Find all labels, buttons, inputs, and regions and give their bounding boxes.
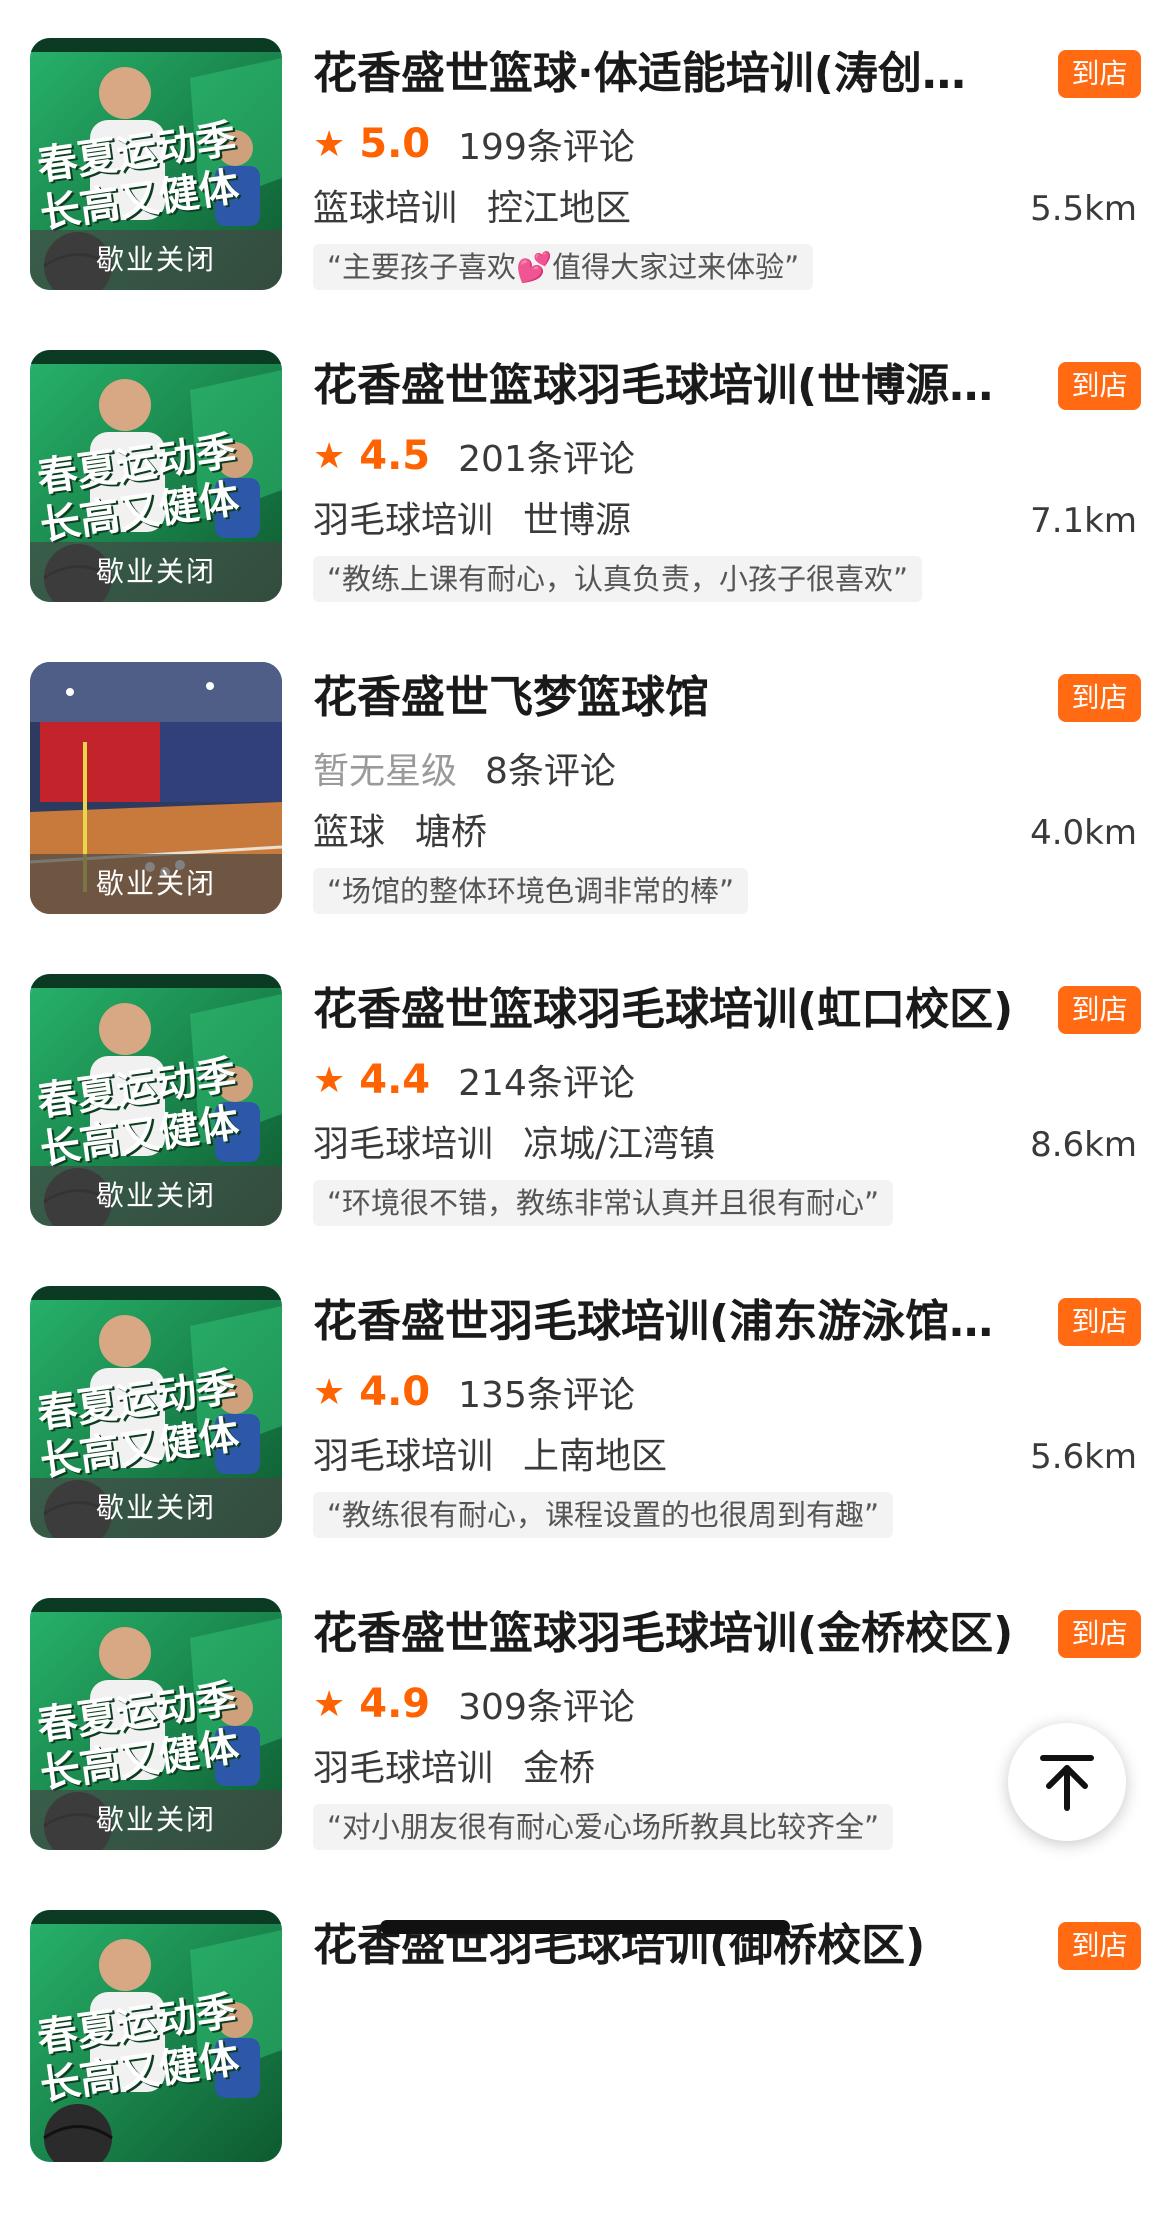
rating-row: ★ 4.0 135条评论 (313, 1364, 635, 1420)
no-rating-text: 暂无星级 (313, 751, 458, 792)
review-quote: “场馆的整体环境色调非常的棒” (313, 868, 749, 914)
in-store-badge: 到店 (1058, 1922, 1141, 1970)
closed-label: 歇业关闭 (30, 854, 282, 914)
area-tag: 世博源 (523, 500, 632, 541)
category-tag: 篮球培训 (313, 188, 458, 229)
distance: 7.1km (1030, 501, 1137, 541)
area-tag: 塘桥 (415, 812, 488, 853)
rating-row: ★ 5.0 199条评论 (313, 116, 635, 172)
category-tag: 羽毛球培训 (313, 1124, 494, 1165)
tags-row: 羽毛球培训 凉城/江湾镇 (313, 1120, 715, 1170)
star-icon: ★ (313, 1059, 346, 1101)
in-store-badge: 到店 (1058, 362, 1141, 410)
review-count: 309条评论 (458, 1687, 635, 1728)
review-quote: “教练上课有耐心，认真负责，小孩子很喜欢” (313, 556, 923, 602)
in-store-badge: 到店 (1058, 674, 1141, 722)
in-store-badge: 到店 (1058, 1610, 1141, 1658)
closed-label: 歇业关闭 (30, 1790, 282, 1850)
merchant-thumbnail[interactable]: 歇业关闭 (30, 662, 282, 914)
merchant-item[interactable]: 春夏运动季 长高又健体 花香盛世羽毛球培训(御桥校区) 到店 (0, 1910, 1170, 2222)
review-count: 201条评论 (458, 439, 635, 480)
rating-row: 暂无星级 8条评论 (313, 740, 616, 796)
merchant-title[interactable]: 花香盛世篮球羽毛球培训(虹口校区) (313, 982, 1048, 1038)
merchant-item[interactable]: 春夏运动季 长高又健体 歇业关闭 花香盛世羽毛球培训(浦东游泳馆… 到店 ★ 4… (0, 1286, 1170, 1598)
home-indicator (380, 1920, 790, 1934)
category-tag: 羽毛球培训 (313, 1748, 494, 1789)
distance: 4.0km (1030, 813, 1137, 853)
area-tag: 控江地区 (487, 188, 632, 229)
merchant-item[interactable]: 春夏运动季 长高又健体 歇业关闭 花香盛世篮球羽毛球培训(世博源… 到店 ★ 4… (0, 350, 1170, 662)
category-tag: 篮球 (313, 812, 386, 853)
merchant-thumbnail[interactable]: 春夏运动季 长高又健体 (30, 1910, 282, 2162)
tags-row: 羽毛球培训 世博源 (313, 496, 631, 546)
review-quote: “主要孩子喜欢💕值得大家过来体验” (313, 244, 814, 290)
review-quote: “教练很有耐心，课程设置的也很周到有趣” (313, 1492, 894, 1538)
tags-row: 篮球 塘桥 (313, 808, 487, 858)
merchant-thumbnail[interactable]: 春夏运动季 长高又健体 歇业关闭 (30, 974, 282, 1226)
review-count: 214条评论 (458, 1063, 635, 1104)
rating-row: ★ 4.5 201条评论 (313, 428, 635, 484)
area-tag: 金桥 (523, 1748, 596, 1789)
rating-score: 5.0 (359, 121, 431, 167)
closed-label: 歇业关闭 (30, 1478, 282, 1538)
star-icon: ★ (313, 435, 346, 477)
rating-score: 4.5 (359, 433, 431, 479)
merchant-title[interactable]: 花香盛世羽毛球培训(浦东游泳馆… (313, 1294, 1048, 1350)
rating-row: ★ 4.4 214条评论 (313, 1052, 635, 1108)
merchant-thumbnail[interactable]: 春夏运动季 长高又健体 歇业关闭 (30, 1286, 282, 1538)
distance: 5.5km (1030, 189, 1137, 229)
closed-label: 歇业关闭 (30, 542, 282, 602)
area-tag: 上南地区 (523, 1436, 668, 1477)
merchant-item[interactable]: 歇业关闭 花香盛世飞梦篮球馆 到店 暂无星级 8条评论 篮球 塘桥 4.0km “… (0, 662, 1170, 974)
merchant-thumbnail[interactable]: 春夏运动季 长高又健体 歇业关闭 (30, 350, 282, 602)
rating-score: 4.9 (359, 1681, 431, 1727)
in-store-badge: 到店 (1058, 50, 1141, 98)
star-icon: ★ (313, 1371, 346, 1413)
review-count: 199条评论 (458, 127, 635, 168)
review-count: 135条评论 (458, 1375, 635, 1416)
in-store-badge: 到店 (1058, 1298, 1141, 1346)
closed-label: 歇业关闭 (30, 230, 282, 290)
tags-row: 羽毛球培训 上南地区 (313, 1432, 667, 1482)
category-tag: 羽毛球培训 (313, 500, 494, 541)
area-tag: 凉城/江湾镇 (523, 1124, 716, 1165)
merchant-thumbnail[interactable]: 春夏运动季 长高又健体 歇业关闭 (30, 1598, 282, 1850)
merchant-title[interactable]: 花香盛世篮球羽毛球培训(金桥校区) (313, 1606, 1048, 1662)
rating-row: ★ 4.9 309条评论 (313, 1676, 635, 1732)
rating-score: 4.0 (359, 1369, 431, 1415)
in-store-badge: 到店 (1058, 986, 1141, 1034)
back-to-top-button[interactable] (1008, 1723, 1126, 1841)
merchant-item[interactable]: 春夏运动季 长高又健体 歇业关闭 花香盛世篮球·体适能培训(涛创… 到店 ★ 5… (0, 38, 1170, 350)
review-count: 8条评论 (485, 751, 616, 792)
merchant-thumbnail[interactable]: 春夏运动季 长高又健体 歇业关闭 (30, 38, 282, 290)
star-icon: ★ (313, 1683, 346, 1725)
category-tag: 羽毛球培训 (313, 1436, 494, 1477)
merchant-item[interactable]: 春夏运动季 长高又健体 歇业关闭 花香盛世篮球羽毛球培训(虹口校区) 到店 ★ … (0, 974, 1170, 1286)
distance: 8.6km (1030, 1125, 1137, 1165)
tags-row: 羽毛球培训 金桥 (313, 1744, 595, 1794)
star-icon: ★ (313, 123, 346, 165)
merchant-title[interactable]: 花香盛世飞梦篮球馆 (313, 670, 1048, 726)
review-quote: “对小朋友很有耐心爱心场所教具比较齐全” (313, 1804, 894, 1850)
distance: 5.6km (1030, 1437, 1137, 1477)
closed-label: 歇业关闭 (30, 1166, 282, 1226)
rating-score: 4.4 (359, 1057, 431, 1103)
review-quote: “环境很不错，教练非常认真并且很有耐心” (313, 1180, 894, 1226)
merchant-item[interactable]: 春夏运动季 长高又健体 歇业关闭 花香盛世篮球羽毛球培训(金桥校区) 到店 ★ … (0, 1598, 1170, 1910)
merchant-title[interactable]: 花香盛世篮球·体适能培训(涛创… (313, 46, 1048, 102)
merchant-title[interactable]: 花香盛世篮球羽毛球培训(世博源… (313, 358, 1048, 414)
tags-row: 篮球培训 控江地区 (313, 184, 631, 234)
arrow-up-icon (1040, 1755, 1094, 1811)
